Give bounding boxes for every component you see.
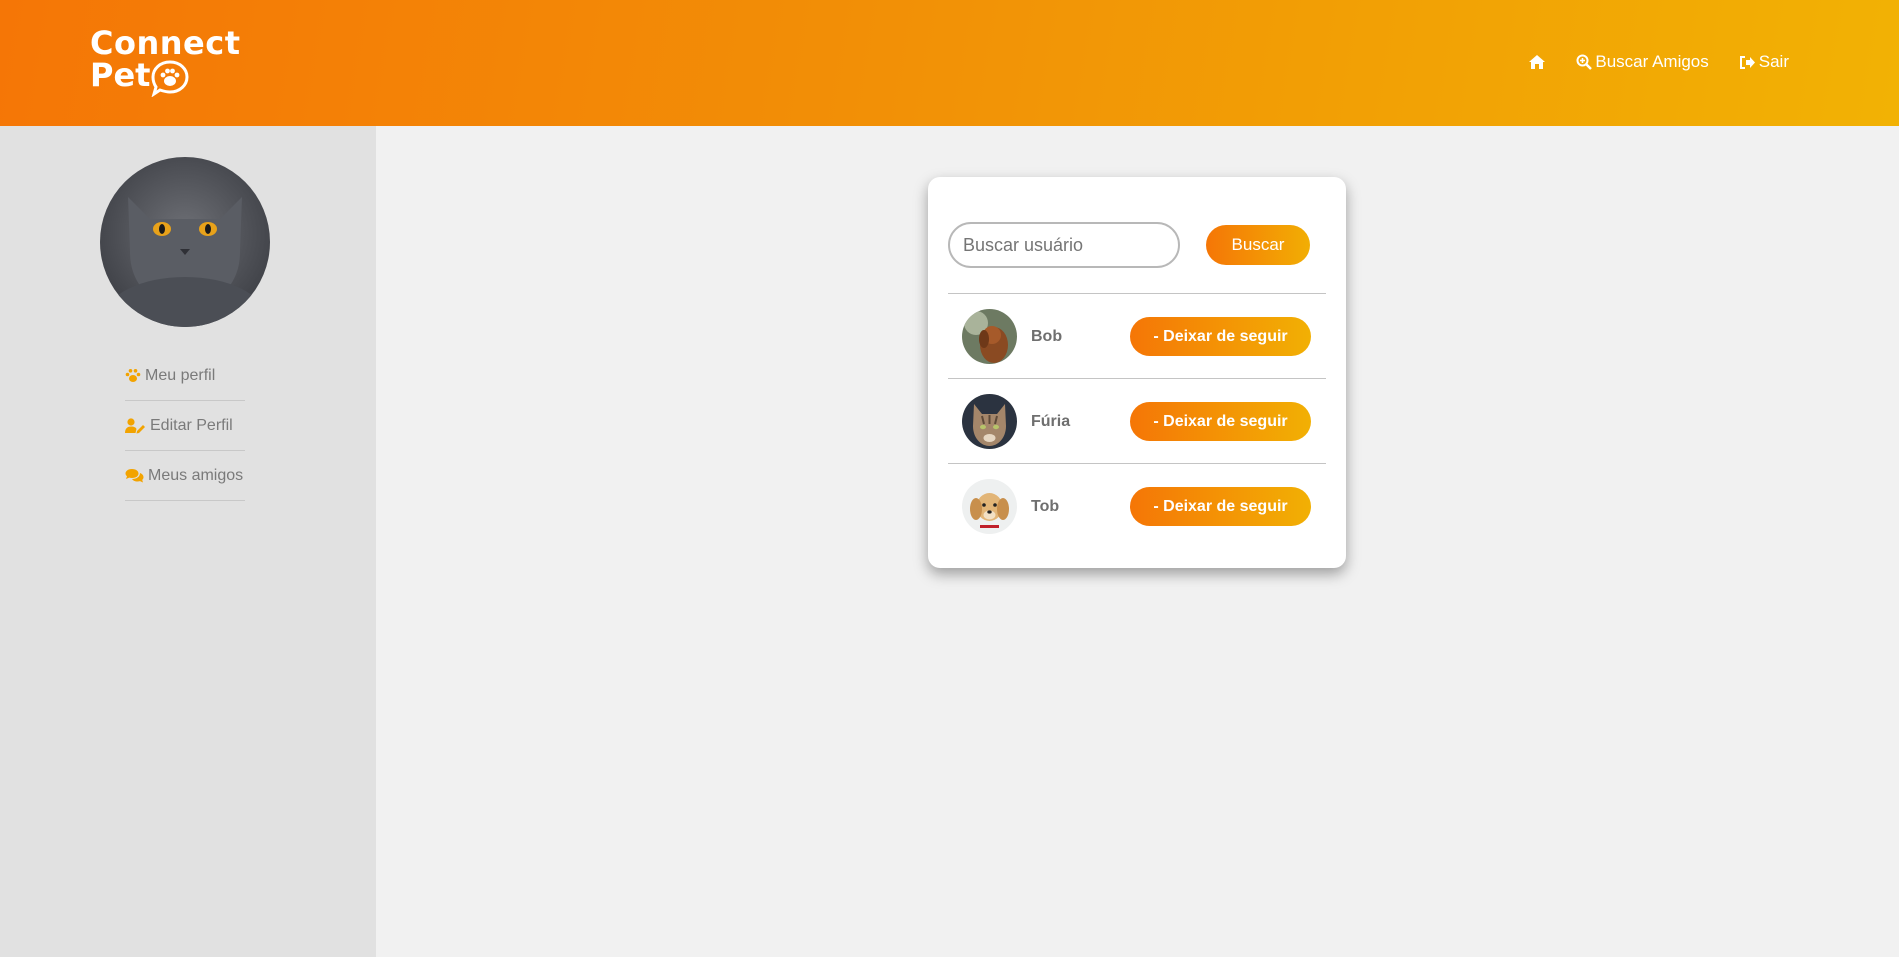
friend-name: Fúria: [1031, 413, 1071, 430]
nav-home[interactable]: [1528, 54, 1546, 70]
user-edit-icon: [125, 417, 146, 434]
side-item-my-friends-label: Meus amigos: [148, 466, 244, 484]
avatar[interactable]: [962, 479, 1017, 534]
home-icon: [1529, 55, 1546, 69]
side-item-edit-profile-label: Editar Perfil: [150, 416, 233, 434]
connect-pet-logo[interactable]: Connect Pet: [90, 24, 240, 97]
avatar[interactable]: [100, 157, 270, 327]
side-menu: Meu perfil Editar Perfil Meus amigos: [125, 351, 245, 501]
top-header: Connect Pet Buscar Amigos Sair: [0, 0, 1899, 126]
nav-logout[interactable]: Sair: [1739, 52, 1789, 72]
avatar[interactable]: [962, 394, 1017, 449]
brown-dog-photo: [962, 309, 1017, 364]
logo-text-pet: Pet: [90, 56, 151, 94]
gray-cat-photo: [100, 157, 270, 327]
list-item: Bob - Deixar de seguir: [948, 293, 1326, 378]
paw-bubble-icon: [151, 60, 189, 97]
list-item: Tob - Deixar de seguir: [948, 463, 1326, 553]
friend-name: Tob: [1031, 498, 1060, 515]
comments-icon: [125, 468, 144, 483]
top-nav: Buscar Amigos Sair: [1528, 52, 1789, 72]
friend-name: Bob: [1031, 328, 1063, 345]
friends-card: Buscar Bob - Deixar de seguir: [928, 177, 1346, 568]
search-button[interactable]: Buscar: [1206, 225, 1310, 265]
nav-logout-label: Sair: [1758, 52, 1789, 71]
side-item-my-friends[interactable]: Meus amigos: [125, 451, 245, 501]
unfollow-button[interactable]: - Deixar de seguir: [1130, 402, 1311, 441]
search-input[interactable]: [948, 222, 1180, 268]
side-item-my-profile-label: Meu perfil: [145, 366, 216, 384]
nav-search-friends[interactable]: Buscar Amigos: [1576, 52, 1709, 72]
tabby-cat-photo: [962, 394, 1017, 449]
side-item-my-profile[interactable]: Meu perfil: [125, 351, 245, 401]
nav-search-friends-label: Buscar Amigos: [1595, 52, 1709, 71]
unfollow-button[interactable]: - Deixar de seguir: [1130, 487, 1311, 526]
list-item: Fúria - Deixar de seguir: [948, 378, 1326, 463]
paw-icon: [125, 368, 141, 383]
side-item-edit-profile[interactable]: Editar Perfil: [125, 401, 245, 451]
sidebar: Meu perfil Editar Perfil Meus amigos: [0, 126, 376, 957]
golden-puppy-photo: [962, 479, 1017, 534]
sign-out-icon: [1739, 55, 1755, 69]
search-plus-icon: [1576, 54, 1593, 70]
avatar[interactable]: [962, 309, 1017, 364]
unfollow-button[interactable]: - Deixar de seguir: [1130, 317, 1311, 356]
friends-list: Bob - Deixar de seguir Fúria - Deixar de…: [948, 293, 1326, 553]
